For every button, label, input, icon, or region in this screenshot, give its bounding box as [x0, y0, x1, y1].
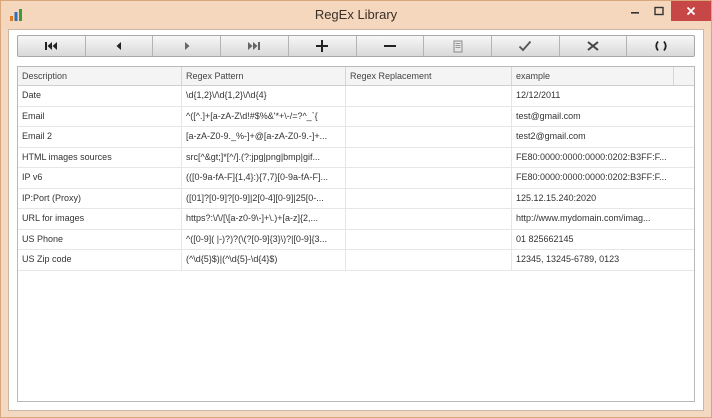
cell-regex-pattern[interactable]: [a-zA-Z0-9._%-]+@[a-zA-Z0-9.-]+... [182, 127, 346, 147]
column-header-description[interactable]: Description [18, 67, 182, 85]
column-header-filler [674, 67, 694, 85]
checkmark-icon [518, 40, 532, 52]
cell-regex-pattern[interactable]: src[^&gt;]*[^/].(?:jpg|png|bmp|gif... [182, 147, 346, 167]
cell-regex-replacement[interactable] [346, 147, 512, 167]
maximize-icon[interactable] [647, 1, 671, 21]
cell-regex-replacement[interactable] [346, 168, 512, 188]
column-header-regex-pattern[interactable]: Regex Pattern [182, 67, 346, 85]
document-icon [453, 40, 463, 53]
cell-regex-pattern[interactable]: \d{1,2}\/\d{1,2}\/\d{4} [182, 86, 346, 106]
main-panel: Description Regex Pattern Regex Replacem… [8, 29, 704, 411]
regex-table: Description Regex Pattern Regex Replacem… [17, 66, 695, 402]
cell-example[interactable]: FE80:0000:0000:0000:0202:B3FF:F... [512, 148, 674, 168]
cell-description[interactable]: IP v6 [18, 168, 182, 188]
cell-regex-pattern[interactable]: ^([0-9]( |-)?)?(\(?[0-9]{3}\)?|[0-9]{3..… [182, 229, 346, 249]
refresh-icon [653, 40, 669, 52]
table-row[interactable]: IP v6 (([0-9a-fA-F]{1,4}:){7,7}[0-9a-fA-… [18, 168, 694, 189]
column-header-regex-replacement[interactable]: Regex Replacement [346, 67, 512, 85]
table-row[interactable]: Email ^([^.]+[a-zA-Z\d!#$%&'*+\-/=?^_`{ … [18, 106, 694, 127]
skip-first-icon [44, 41, 58, 51]
table-header: Description Regex Pattern Regex Replacem… [18, 67, 694, 86]
close-icon[interactable] [671, 1, 711, 21]
cell-regex-replacement[interactable] [346, 229, 512, 249]
cell-description[interactable]: IP:Port (Proxy) [18, 188, 182, 208]
minimize-icon[interactable] [623, 1, 647, 21]
cell-description[interactable]: US Phone [18, 229, 182, 249]
window-title: RegEx Library [314, 7, 398, 22]
cell-example[interactable]: 125.12.15.240:2020 [512, 189, 674, 209]
refresh-button[interactable] [627, 36, 694, 56]
table-row[interactable]: Email 2 [a-zA-Z0-9._%-]+@[a-zA-Z0-9.-]+.… [18, 127, 694, 148]
cell-example[interactable]: FE80:0000:0000:0000:0202:B3FF:F... [512, 168, 674, 188]
triangle-left-icon [115, 41, 123, 51]
cell-example[interactable]: 12/12/2011 [512, 86, 674, 106]
cell-description[interactable]: Email [18, 106, 182, 126]
table-row[interactable]: Date \d{1,2}\/\d{1,2}\/\d{4} 12/12/2011 [18, 86, 694, 107]
add-record-button[interactable] [289, 36, 357, 56]
cell-regex-replacement[interactable] [346, 127, 512, 147]
cancel-edit-button[interactable] [560, 36, 628, 56]
cell-regex-pattern[interactable]: https?:\/\/[\[a-z0-9\-]+\.)+[a-z]{2,... [182, 209, 346, 229]
navigation-toolbar [17, 35, 695, 57]
title-bar[interactable]: RegEx Library [1, 1, 711, 29]
table-row[interactable]: HTML images sources src[^&gt;]*[^/].(?:j… [18, 147, 694, 168]
delete-record-button[interactable] [357, 36, 425, 56]
plus-icon [315, 39, 329, 53]
cell-regex-replacement[interactable] [346, 188, 512, 208]
cell-regex-pattern[interactable]: (([0-9a-fA-F]{1,4}:){7,7}[0-9a-fA-F]... [182, 168, 346, 188]
cell-regex-pattern[interactable]: (^\d{5}$)|(^\d{5}-\d{4}$) [182, 250, 346, 270]
triangle-right-icon [183, 41, 191, 51]
first-record-button[interactable] [18, 36, 86, 56]
cell-regex-replacement[interactable] [346, 86, 512, 106]
skip-last-icon [247, 41, 261, 51]
confirm-edit-button[interactable] [492, 36, 560, 56]
cross-icon [586, 40, 600, 52]
column-header-example[interactable]: example [512, 67, 674, 85]
previous-record-button[interactable] [86, 36, 154, 56]
cell-regex-replacement[interactable] [346, 209, 512, 229]
cell-description[interactable]: URL for images [18, 209, 182, 229]
cell-regex-pattern[interactable]: ^([^.]+[a-zA-Z\d!#$%&'*+\-/=?^_`{ [182, 106, 346, 126]
last-record-button[interactable] [221, 36, 289, 56]
edit-record-button[interactable] [424, 36, 492, 56]
cell-regex-replacement[interactable] [346, 250, 512, 270]
next-record-button[interactable] [153, 36, 222, 56]
app-window: RegEx Library Description Regex Pattern … [0, 0, 712, 418]
cell-description[interactable]: Email 2 [18, 127, 182, 147]
cell-example[interactable]: 12345, 13245-6789, 0123 [512, 250, 674, 270]
table-row[interactable]: US Phone ^([0-9]( |-)?)?(\(?[0-9]{3}\)?|… [18, 229, 694, 250]
cell-example[interactable]: test2@gmail.com [512, 127, 674, 147]
cell-example[interactable]: test@gmail.com [512, 107, 674, 127]
table-row[interactable]: IP:Port (Proxy) ([01]?[0-9]?[0-9]|2[0-4]… [18, 188, 694, 209]
cell-description[interactable]: HTML images sources [18, 147, 182, 167]
cell-description[interactable]: Date [18, 86, 182, 106]
cell-example[interactable]: http://www.mydomain.com/imag... [512, 209, 674, 229]
cell-example[interactable]: 01 825662145 [512, 230, 674, 250]
cell-description[interactable]: US Zip code [18, 250, 182, 270]
cell-regex-pattern[interactable]: ([01]?[0-9]?[0-9]|2[0-4][0-9]|25[0-... [182, 188, 346, 208]
minus-icon [383, 39, 397, 53]
cell-regex-replacement[interactable] [346, 106, 512, 126]
table-row[interactable]: US Zip code (^\d{5}$)|(^\d{5}-\d{4}$) 12… [18, 250, 694, 271]
table-row[interactable]: URL for images https?:\/\/[\[a-z0-9\-]+\… [18, 209, 694, 230]
